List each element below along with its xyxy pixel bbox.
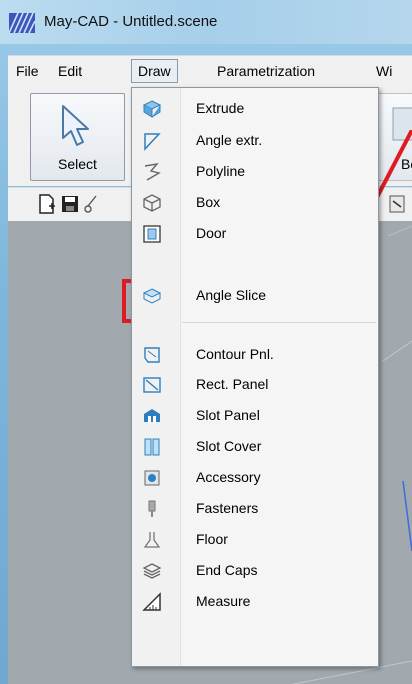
extrude-icon <box>142 100 162 118</box>
menu-item-accessory[interactable]: Accessory <box>134 463 378 493</box>
menu-label: End Caps <box>196 562 258 578</box>
door-icon <box>143 225 161 243</box>
window-frame: May-CAD - Untitled.scene File Edit Draw … <box>0 0 412 684</box>
menu-parametrization[interactable]: Parametrization <box>211 60 321 82</box>
cut-icon[interactable] <box>83 194 101 214</box>
menu-file[interactable]: File <box>10 60 45 82</box>
menu-item-end-caps[interactable]: End Caps <box>134 556 378 586</box>
menu-label: Angle extr. <box>196 132 263 148</box>
title-bar: May-CAD - Untitled.scene <box>0 0 412 44</box>
select-tool-button[interactable]: Select <box>30 93 125 181</box>
menu-label: Slot Panel <box>196 407 260 423</box>
menu-label: Measure <box>196 593 251 609</box>
rect-panel-icon <box>143 377 161 393</box>
cursor-arrow-icon <box>62 105 89 146</box>
menu-item-box[interactable]: Box <box>134 188 378 218</box>
save-icon[interactable] <box>61 194 79 214</box>
polyline-icon <box>144 162 161 181</box>
menu-label: Angle Slice <box>196 287 267 303</box>
contour-panel-icon <box>144 347 160 363</box>
select-tool-label: Select <box>58 156 97 172</box>
menu-label: Slot Cover <box>196 438 262 454</box>
accessory-icon <box>144 470 160 486</box>
angle-slice-icon <box>142 288 162 304</box>
box-icon <box>143 194 161 212</box>
app-logo-icon <box>9 13 35 33</box>
menu-separator <box>182 322 376 323</box>
menu-label: Floor <box>196 531 228 547</box>
menu-edit[interactable]: Edit <box>52 60 88 82</box>
menu-item-measure[interactable]: Measure <box>134 587 378 617</box>
measure-icon <box>142 592 161 611</box>
menu-label: Contour Pnl. <box>196 346 274 362</box>
menu-label: Accessory <box>196 469 261 485</box>
menu-item-door[interactable]: Door <box>134 219 378 249</box>
menu-label: Fasteners <box>196 500 259 516</box>
menu-label: Box <box>196 194 221 210</box>
new-file-icon[interactable] <box>38 194 56 214</box>
menu-item-slot-cover[interactable]: Slot Cover <box>134 432 378 462</box>
menu-item-contour-panel[interactable]: Contour Pnl. <box>134 340 378 370</box>
menu-label: Extrude <box>196 100 245 116</box>
menu-item-fasteners[interactable]: Fasteners <box>134 494 378 524</box>
menu-item-angle-extrude[interactable]: Angle extr. <box>134 126 378 156</box>
angle-extrude-icon <box>144 133 161 151</box>
menu-label: Polyline <box>196 163 246 179</box>
menu-bar: File Edit Draw Parametrization Wi <box>8 55 412 86</box>
menu-label: Door <box>196 225 227 241</box>
end-caps-icon <box>142 563 162 579</box>
menu-item-angle-slice[interactable]: Angle Slice <box>134 281 378 311</box>
menu-item-floor[interactable]: Floor <box>134 525 378 555</box>
menu-draw[interactable]: Draw <box>131 59 178 83</box>
floor-icon <box>143 532 161 548</box>
slot-cover-icon <box>144 438 160 456</box>
menu-item-slot-panel[interactable]: Slot Panel <box>134 401 378 431</box>
menu-item-rect-panel[interactable]: Rect. Panel <box>134 370 378 400</box>
draw-menu: Extrude Angle extr. Polyline Box Door An… <box>131 87 379 667</box>
slot-panel-icon <box>144 409 160 422</box>
menu-item-extrude[interactable]: Extrude <box>134 94 378 124</box>
fasteners-icon <box>148 500 156 517</box>
window-title: May-CAD - Untitled.scene <box>44 13 218 30</box>
menu-label: Rect. Panel <box>196 376 269 392</box>
menu-window[interactable]: Wi <box>370 60 398 82</box>
menu-item-polyline[interactable]: Polyline <box>134 157 378 187</box>
